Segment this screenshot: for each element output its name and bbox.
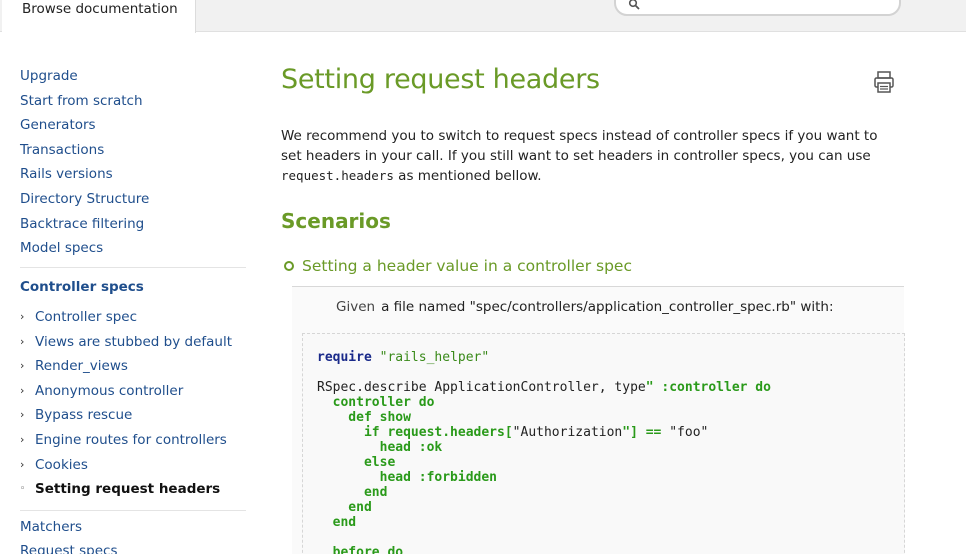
code-token: require <box>317 350 372 365</box>
code-line: end <box>317 500 904 515</box>
search-icon <box>628 0 640 10</box>
sidebar-link-generators[interactable]: Generators <box>20 115 246 140</box>
code-token: end <box>317 485 388 500</box>
code-line: else <box>317 455 904 470</box>
sidebar-subitem-cookies[interactable]: › Cookies <box>20 452 246 477</box>
print-icon[interactable] <box>872 70 896 94</box>
intro-text-end: as mentioned bellow. <box>393 168 542 184</box>
sidebar: Upgrade Start from scratch Generators Trans… <box>20 66 246 554</box>
sidebar-after-links: Matchers Request specs <box>20 517 246 554</box>
chevron-right-icon: › <box>20 359 25 373</box>
chevron-right-icon: › <box>20 408 25 422</box>
sidebar-subitem-label: Setting request headers <box>35 481 221 498</box>
sidebar-subitem-label: Views are stubbed by default <box>35 333 233 350</box>
code-token: end <box>317 500 372 515</box>
sidebar-link-rails-versions[interactable]: Rails versions <box>20 164 246 189</box>
code-line: controller do <box>317 395 904 410</box>
code-token: controller do <box>317 395 435 410</box>
sidebar-subitem-anonymous-controller[interactable]: › Anonymous controller <box>20 379 246 404</box>
code-line: head :ok <box>317 440 904 455</box>
code-token: " :controller do <box>645 380 771 395</box>
intro-paragraph: We recommend you to switch to request sp… <box>281 126 893 186</box>
sidebar-subitem-label: Controller spec <box>35 309 138 326</box>
code-line: head :forbidden <box>317 470 904 485</box>
code-token: "Authorization <box>512 425 623 440</box>
sidebar-subitem-label: Anonymous controller <box>35 382 184 399</box>
code-line: before do <box>317 545 904 554</box>
sidebar-subitem-label: Bypass rescue <box>35 407 133 424</box>
code-token: RSpec.describe ApplicationController, ty… <box>317 380 646 395</box>
sidebar-subitem-engine-routes-for-controllers[interactable]: › Engine routes for controllers <box>20 428 246 453</box>
divider <box>20 266 246 268</box>
sidebar-subitem-controller-spec[interactable]: › Controller spec <box>20 305 246 330</box>
sidebar-subitem-render-views[interactable]: › Render_views <box>20 354 246 379</box>
sidebar-link-start-from-scratch[interactable]: Start from scratch <box>20 91 246 116</box>
sidebar-sub-items: › Controller spec › Views are stubbed by de… <box>20 305 246 502</box>
scenario-title: Setting a header value in a controller s… <box>302 257 632 275</box>
code-line: RSpec.describe ApplicationController, ty… <box>317 380 904 395</box>
search-input[interactable] <box>614 0 901 16</box>
sidebar-section-heading[interactable]: Controller specs <box>20 277 246 305</box>
code-token: head :forbidden <box>317 470 498 485</box>
code-token: else <box>317 455 396 470</box>
sidebar-subitem-label: Cookies <box>35 456 88 473</box>
chevron-right-icon: › <box>20 334 25 348</box>
sidebar-link-backtrace-filtering[interactable]: Backtrace filtering <box>20 214 246 239</box>
step-text: a file named "spec/controllers/applicati… <box>381 299 834 315</box>
code-token: head :ok <box>317 440 443 455</box>
code-token: "] == <box>622 425 670 440</box>
sidebar-links: Upgrade Start from scratch Generators Trans… <box>20 66 246 263</box>
sidebar-link-request-specs[interactable]: Request specs <box>20 541 246 554</box>
sidebar-subitem-label: Engine routes for controllers <box>35 432 227 449</box>
chevron-right-icon: › <box>20 433 25 447</box>
chevron-right-icon: › <box>20 310 25 324</box>
page-title: Setting request headers <box>281 64 600 95</box>
code-line: def show <box>317 410 904 425</box>
circle-icon <box>284 261 294 271</box>
sidebar-link-model-specs[interactable]: Model specs <box>20 238 246 263</box>
chevron-right-icon: › <box>20 457 25 471</box>
sidebar-subitem-views-are-stubbed-by-default[interactable]: › Views are stubbed by default <box>20 329 246 354</box>
sidebar-subitem-setting-request-headers[interactable]: ◦ Setting request headers <box>20 477 246 502</box>
code-token: end <box>317 515 357 530</box>
code-line: require "rails_helper" <box>317 350 904 365</box>
intro-code: request.headers <box>281 168 394 183</box>
tab-browse-documentation[interactable]: Browse documentation <box>2 0 196 33</box>
code-token: if request.headers[ <box>317 425 513 440</box>
code-token: def show <box>317 410 411 425</box>
sidebar-subitem-label: Render_views <box>35 358 128 375</box>
code-token: "foo" <box>669 425 709 440</box>
code-block: require "rails_helper" RSpec.describe Ap… <box>302 333 905 554</box>
bullet-circle-icon: ◦ <box>20 484 26 495</box>
code-line: end <box>317 515 904 530</box>
scenario-heading[interactable]: Setting a header value in a controller s… <box>284 257 632 275</box>
divider <box>20 509 246 511</box>
code-token: "rails_helper" <box>371 350 490 365</box>
top-bar: Browse documentation <box>0 0 966 33</box>
sidebar-link-matchers[interactable]: Matchers <box>20 517 246 542</box>
code-token: before do <box>317 545 404 554</box>
chevron-right-icon: › <box>20 383 25 397</box>
section-title-scenarios: Scenarios <box>281 209 391 233</box>
code-line: if request.headers["Authorization"] == "… <box>317 425 904 440</box>
step-keyword: Given <box>336 299 376 315</box>
step-given: Given a file named "spec/controllers/appl… <box>336 299 834 315</box>
sidebar-link-directory-structure[interactable]: Directory Structure <box>20 189 246 214</box>
sidebar-link-transactions[interactable]: Transactions <box>20 140 246 165</box>
sidebar-link-upgrade[interactable]: Upgrade <box>20 66 246 91</box>
code-line: end <box>317 485 904 500</box>
sidebar-subitem-bypass-rescue[interactable]: › Bypass rescue <box>20 403 246 428</box>
intro-text: We recommend you to switch to request sp… <box>281 128 878 164</box>
code-content: require "rails_helper" RSpec.describe Ap… <box>317 350 904 554</box>
